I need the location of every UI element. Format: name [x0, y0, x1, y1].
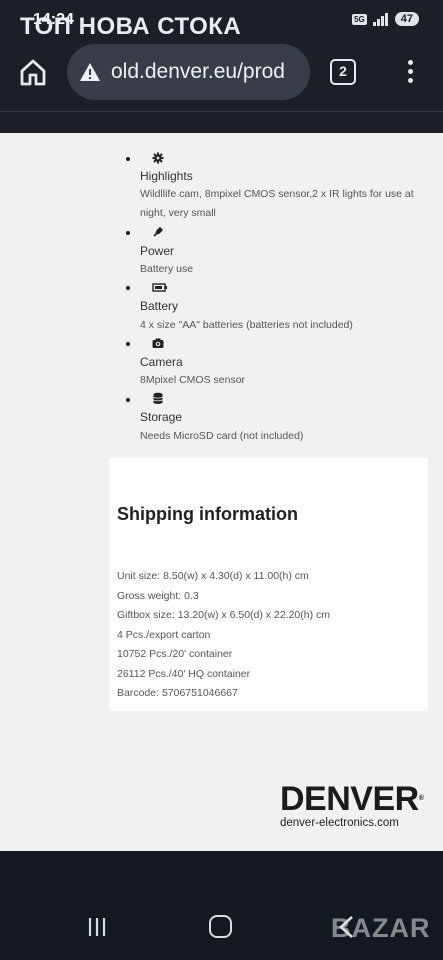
system-nav-bar: BAZAR: [0, 851, 443, 960]
bullet: [126, 231, 130, 235]
bullet: [126, 342, 130, 346]
shipping-line: 26112 Pcs./40' HQ container: [117, 667, 251, 680]
shipping-title: Shipping information: [117, 504, 298, 524]
shipping-info-section: Shipping information Unit size: 8.50(w) …: [109, 458, 428, 711]
bullet: [126, 286, 130, 290]
denver-logo[interactable]: DENVER® denver-electronics.com: [280, 781, 430, 829]
spec-desc: 8Mpixel CMOS sensor: [140, 374, 246, 386]
shipping-line: Giftbox size: 13.20(w) x 6.50(d) x 22.20…: [117, 609, 330, 621]
brand-website[interactable]: denver-electronics.com: [280, 817, 430, 829]
spec-title: Storage: [140, 410, 183, 424]
url-text[interactable]: old.denver.eu/prod: [111, 60, 285, 84]
database-icon: [153, 392, 163, 404]
brand-name: DENVER: [280, 780, 419, 818]
spec-title: Highlights: [140, 169, 193, 183]
spec-desc: Battery use: [140, 263, 194, 275]
warning-icon[interactable]: [79, 61, 101, 83]
watermark-logo: BAZAR: [331, 913, 431, 943]
divider: [0, 111, 443, 112]
plug-icon: [153, 227, 163, 237]
bullet: [126, 398, 130, 402]
bullet: [126, 157, 130, 161]
recent-apps-icon[interactable]: [87, 917, 107, 937]
status-icons: 5G 47: [352, 12, 419, 26]
shipping-line: Unit size: 8.50(w) x 4.30(d) x 11.00(h) …: [117, 570, 309, 582]
spec-title: Power: [140, 244, 175, 258]
battery-icon: [152, 283, 167, 292]
shipping-line: 10752 Pcs./20' container: [117, 648, 233, 660]
overflow-menu-icon[interactable]: [398, 58, 422, 86]
address-bar[interactable]: old.denver.eu/prod: [67, 44, 310, 100]
home-nav-button[interactable]: [209, 915, 232, 938]
spec-desc: 4 x size "AA" batteries (batteries not i…: [140, 319, 353, 331]
spec-title: Battery: [140, 299, 179, 313]
shipping-lines: Unit size: 8.50(w) x 4.30(d) x 11.00(h) …: [117, 567, 330, 704]
spec-desc: Needs MicroSD card (not included): [140, 430, 304, 442]
home-icon[interactable]: [18, 57, 48, 87]
overlay-caption: ТОП НОВА СТОКА: [20, 13, 242, 40]
signal-icon: [372, 12, 389, 26]
shipping-line: 4 Pcs./export carton: [117, 628, 211, 641]
battery-level: 47: [394, 12, 419, 26]
tab-switcher-button[interactable]: 2: [330, 59, 356, 85]
camera-icon: [152, 338, 164, 348]
spec-desc: Wildllife cam, 8mpixel CMOS sensor,2 x I…: [140, 188, 414, 219]
browser-chrome: 14:24 ТОП НОВА СТОКА 5G 47 old.denver.eu…: [0, 0, 443, 133]
network-badge: 5G: [352, 13, 367, 25]
shipping-line: Barcode: 5706751046667: [117, 687, 238, 699]
spec-title: Camera: [140, 355, 183, 369]
gear-icon: [152, 152, 164, 164]
web-page: Highlights Wildllife cam, 8mpixel CMOS s…: [0, 133, 443, 851]
shipping-line: Gross weight: 0.3: [117, 589, 199, 602]
